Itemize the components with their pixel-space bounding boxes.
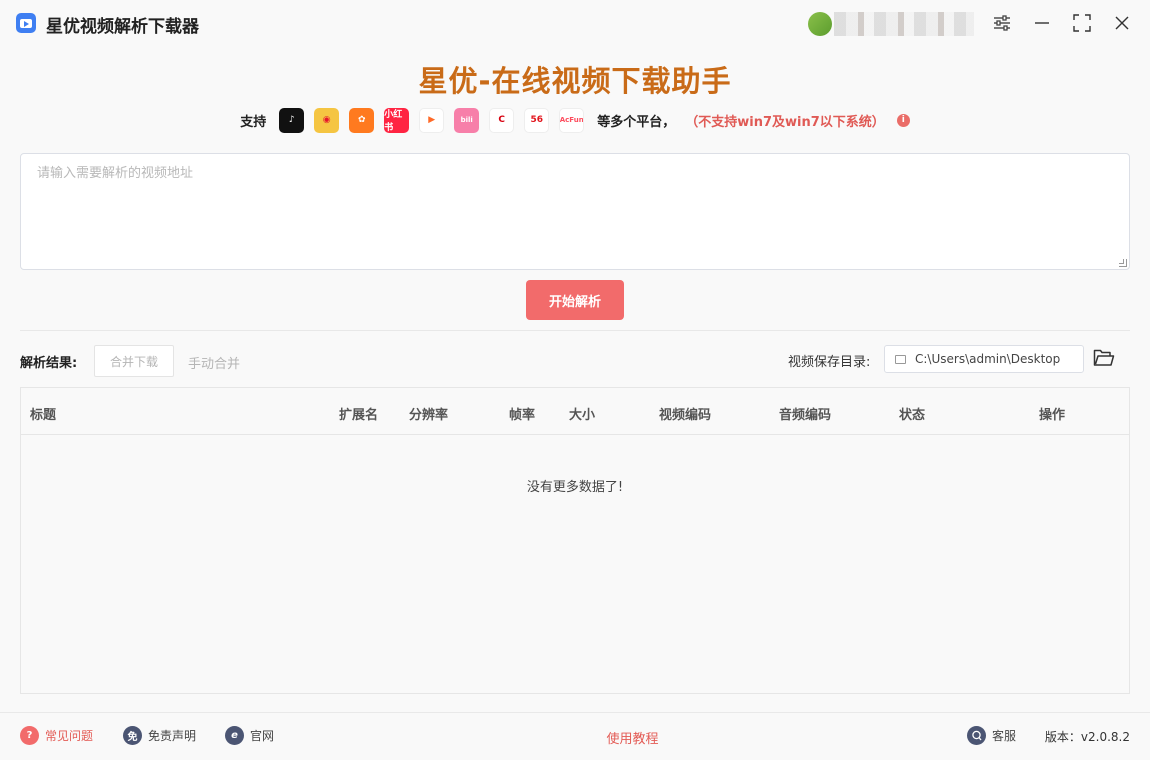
tencent-video-icon: ▶ (419, 107, 445, 133)
column-size: 大小 (569, 408, 596, 423)
footer-divider (0, 712, 1150, 713)
bilibili-icon: bili (454, 107, 480, 133)
video-url-input[interactable]: 请输入需要解析的视频地址 (20, 153, 1130, 270)
table-header: 标题 扩展名 分辨率 帧率 大小 视频编码 音频编码 状态 操作 (21, 388, 1129, 435)
chat-bubble-icon (967, 726, 986, 745)
results-label: 解析结果: (20, 356, 78, 371)
url-placeholder: 请输入需要解析的视频地址 (37, 166, 194, 181)
settings-icon[interactable] (991, 12, 1013, 34)
resize-grip-icon[interactable] (1119, 259, 1127, 267)
start-parse-button[interactable]: 开始解析 (526, 280, 624, 320)
column-resolution: 分辨率 (409, 408, 449, 423)
weibo-icon: ◉ (314, 107, 340, 133)
close-icon[interactable] (1111, 12, 1133, 34)
tiktok-icon: ♪ (279, 107, 305, 133)
column-framerate: 帧率 (509, 408, 536, 423)
user-name-redacted[interactable] (834, 12, 974, 36)
app-title: 星优视频解析下载器 (46, 17, 199, 37)
acfun-icon: AcFun (559, 107, 585, 133)
column-extension: 扩展名 (339, 408, 379, 423)
open-folder-icon[interactable] (1093, 348, 1115, 370)
minimize-icon[interactable] (1031, 12, 1053, 34)
version-label: 版本：v2.0.8.2 (1044, 730, 1130, 744)
page-headline: 星优-在线视频下载助手 (418, 64, 732, 98)
more-platforms-label: 等多个平台， (597, 114, 676, 130)
supported-platforms: 支持 ♪ ◉ ✿ 小红书 ▶ bili C 56 AcFun 等多个平台， （不支持win7及w… (0, 106, 1150, 134)
save-dir-value: C:\Users\admin\Desktop (915, 352, 1061, 366)
folder-icon (895, 354, 906, 364)
platform-icon-list: ♪ ◉ ✿ 小红书 ▶ bili C 56 AcFun (274, 107, 589, 133)
results-table: 标题 扩展名 分辨率 帧率 大小 视频编码 音频编码 状态 操作 没有更多数据了… (20, 387, 1130, 694)
column-video-codec: 视频编码 (659, 408, 712, 423)
column-audio-codec: 音频编码 (779, 408, 832, 423)
56-icon: 56 (524, 107, 550, 133)
column-status: 状态 (899, 408, 926, 423)
support-label: 支持 (240, 114, 267, 130)
kuaishou-icon: ✿ (349, 107, 375, 133)
save-dir-label: 视频保存目录: (788, 355, 871, 370)
customer-service-label: 客服 (992, 729, 1017, 743)
user-avatar[interactable] (808, 12, 832, 36)
info-icon[interactable]: i (896, 113, 910, 127)
section-divider (20, 330, 1130, 331)
cctv-icon: C (489, 107, 515, 133)
merge-download-button[interactable]: 合并下载 (94, 345, 174, 377)
os-warning: （不支持win7及win7以下系统） (685, 114, 885, 130)
empty-message: 没有更多数据了! (526, 480, 624, 495)
save-dir-field[interactable]: C:\Users\admin\Desktop (884, 345, 1084, 373)
customer-service-link[interactable]: 客服 (967, 726, 1016, 745)
app-logo-icon (16, 13, 36, 33)
xiaohongshu-icon: 小红书 (384, 107, 410, 133)
title-bar: 星优视频解析下载器 (0, 0, 1150, 46)
maximize-icon[interactable] (1071, 12, 1093, 34)
column-title: 标题 (30, 408, 57, 423)
manual-merge-button[interactable]: 手动合并 (188, 353, 240, 372)
column-actions: 操作 (1039, 408, 1066, 423)
